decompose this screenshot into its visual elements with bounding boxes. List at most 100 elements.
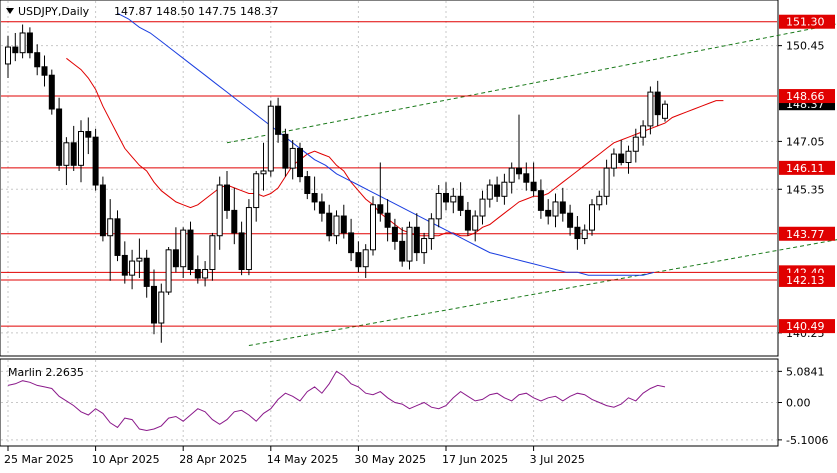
chart-window[interactable]: 150.45 147.05 145.35 140.25 148.37 151.30 148.…	[0, 0, 837, 470]
candle-body	[516, 167, 522, 175]
candle-body	[92, 136, 99, 186]
candle	[187, 221, 194, 276]
level-label: 143.77	[779, 226, 835, 241]
level-label: 148.66	[779, 89, 835, 104]
candle	[370, 196, 376, 256]
price-tick-label: 147.05	[786, 135, 825, 148]
price-tick-label: 145.35	[786, 183, 825, 196]
candle-body	[260, 170, 267, 175]
candle-body	[559, 201, 566, 214]
candle-body	[370, 204, 376, 251]
candle-body	[143, 257, 150, 287]
time-tick-label: 28 Apr 2025	[179, 453, 247, 466]
candle-body	[421, 238, 428, 254]
candle-body	[610, 153, 617, 169]
candle-body	[494, 184, 501, 197]
candle-body	[187, 229, 194, 271]
candle	[48, 69, 55, 115]
level-label-text: 140.49	[786, 320, 825, 333]
candle-body	[26, 32, 33, 54]
candle-body	[231, 209, 238, 234]
candle-body	[457, 195, 464, 211]
time-axis: 25 Mar 2025 10 Apr 2025 28 Apr 2025 14 May …	[4, 446, 585, 466]
price-pane[interactable]	[0, 0, 779, 357]
candle-body	[632, 136, 639, 152]
candle-body	[304, 176, 311, 194]
level-label-text: 142.13	[786, 274, 825, 287]
level-label-text: 151.30	[786, 16, 825, 29]
time-tick-label: 30 May 2025	[354, 453, 426, 466]
price-axis: 150.45147.05145.35140.25148.37151.30148.…	[778, 14, 835, 447]
candle-body	[501, 181, 508, 197]
candle-body	[654, 91, 661, 116]
candle-body	[464, 209, 471, 231]
candle-body	[377, 204, 384, 214]
symbol-label: USDJPY,Daily	[18, 5, 90, 18]
candle-body	[581, 229, 588, 240]
candle-body	[640, 125, 647, 138]
price-tick-label: 150.45	[786, 40, 825, 53]
chart-canvas[interactable]: 150.45147.05145.35140.25148.37151.30148.…	[0, 0, 837, 470]
candle-body	[41, 66, 48, 76]
candle-body	[297, 147, 303, 178]
candle-body	[348, 232, 355, 254]
candle-body	[589, 204, 595, 231]
time-tick-label: 14 May 2025	[267, 453, 339, 466]
level-label: 146.11	[779, 160, 835, 175]
candle-body	[311, 192, 318, 203]
candle	[56, 97, 63, 171]
candle-body	[508, 167, 515, 183]
osc-tick-label: 5.0841	[786, 365, 825, 378]
candle-body	[391, 226, 398, 242]
candle-body	[530, 181, 537, 192]
candle-body	[158, 291, 165, 324]
candle-body	[180, 229, 187, 268]
candle-body	[537, 190, 544, 211]
candle-body	[596, 195, 603, 206]
candle-body	[406, 226, 413, 262]
candle-body	[443, 192, 449, 203]
level-label-text: 143.77	[786, 228, 825, 241]
candle-body	[574, 226, 581, 240]
candle-body	[486, 184, 493, 200]
candle-body	[63, 142, 70, 166]
candle-body	[70, 142, 77, 166]
candle-body	[238, 232, 245, 271]
candle	[589, 199, 595, 236]
candle-body	[618, 153, 625, 164]
candle-body	[362, 249, 369, 268]
candle-body	[56, 108, 63, 166]
candle-body	[567, 212, 574, 228]
candle	[267, 100, 274, 177]
candle	[245, 199, 252, 276]
level-label: 140.49	[779, 319, 835, 334]
candle-body	[523, 173, 530, 183]
candle-body	[216, 184, 223, 237]
candle-body	[340, 215, 347, 234]
candle-body	[333, 215, 340, 237]
candle-body	[472, 215, 479, 231]
candle-body	[99, 184, 106, 237]
level-label-text: 148.66	[786, 90, 825, 103]
candle-body	[282, 133, 289, 169]
osc-tick-label: -5.1006	[786, 434, 828, 447]
candle-body	[224, 184, 230, 211]
ohlc-readout: 147.87 148.50 147.75 148.37	[114, 5, 278, 18]
candle-body	[289, 147, 296, 169]
candle	[297, 142, 303, 183]
level-label-text: 146.11	[786, 162, 825, 175]
candle-body	[647, 91, 654, 127]
candle-body	[151, 285, 157, 324]
candle-body	[78, 131, 84, 166]
candle-body	[267, 105, 274, 172]
candle-body	[5, 46, 11, 65]
candle-body	[326, 212, 333, 237]
level-label: 142.13	[779, 272, 835, 287]
candle-body	[165, 249, 172, 293]
osc-tick-label: 0.00	[786, 397, 811, 410]
candle-body	[318, 201, 325, 214]
candle-body	[479, 198, 486, 217]
candle-body	[275, 105, 282, 135]
candle-body	[107, 218, 114, 237]
candle-body	[34, 52, 41, 68]
